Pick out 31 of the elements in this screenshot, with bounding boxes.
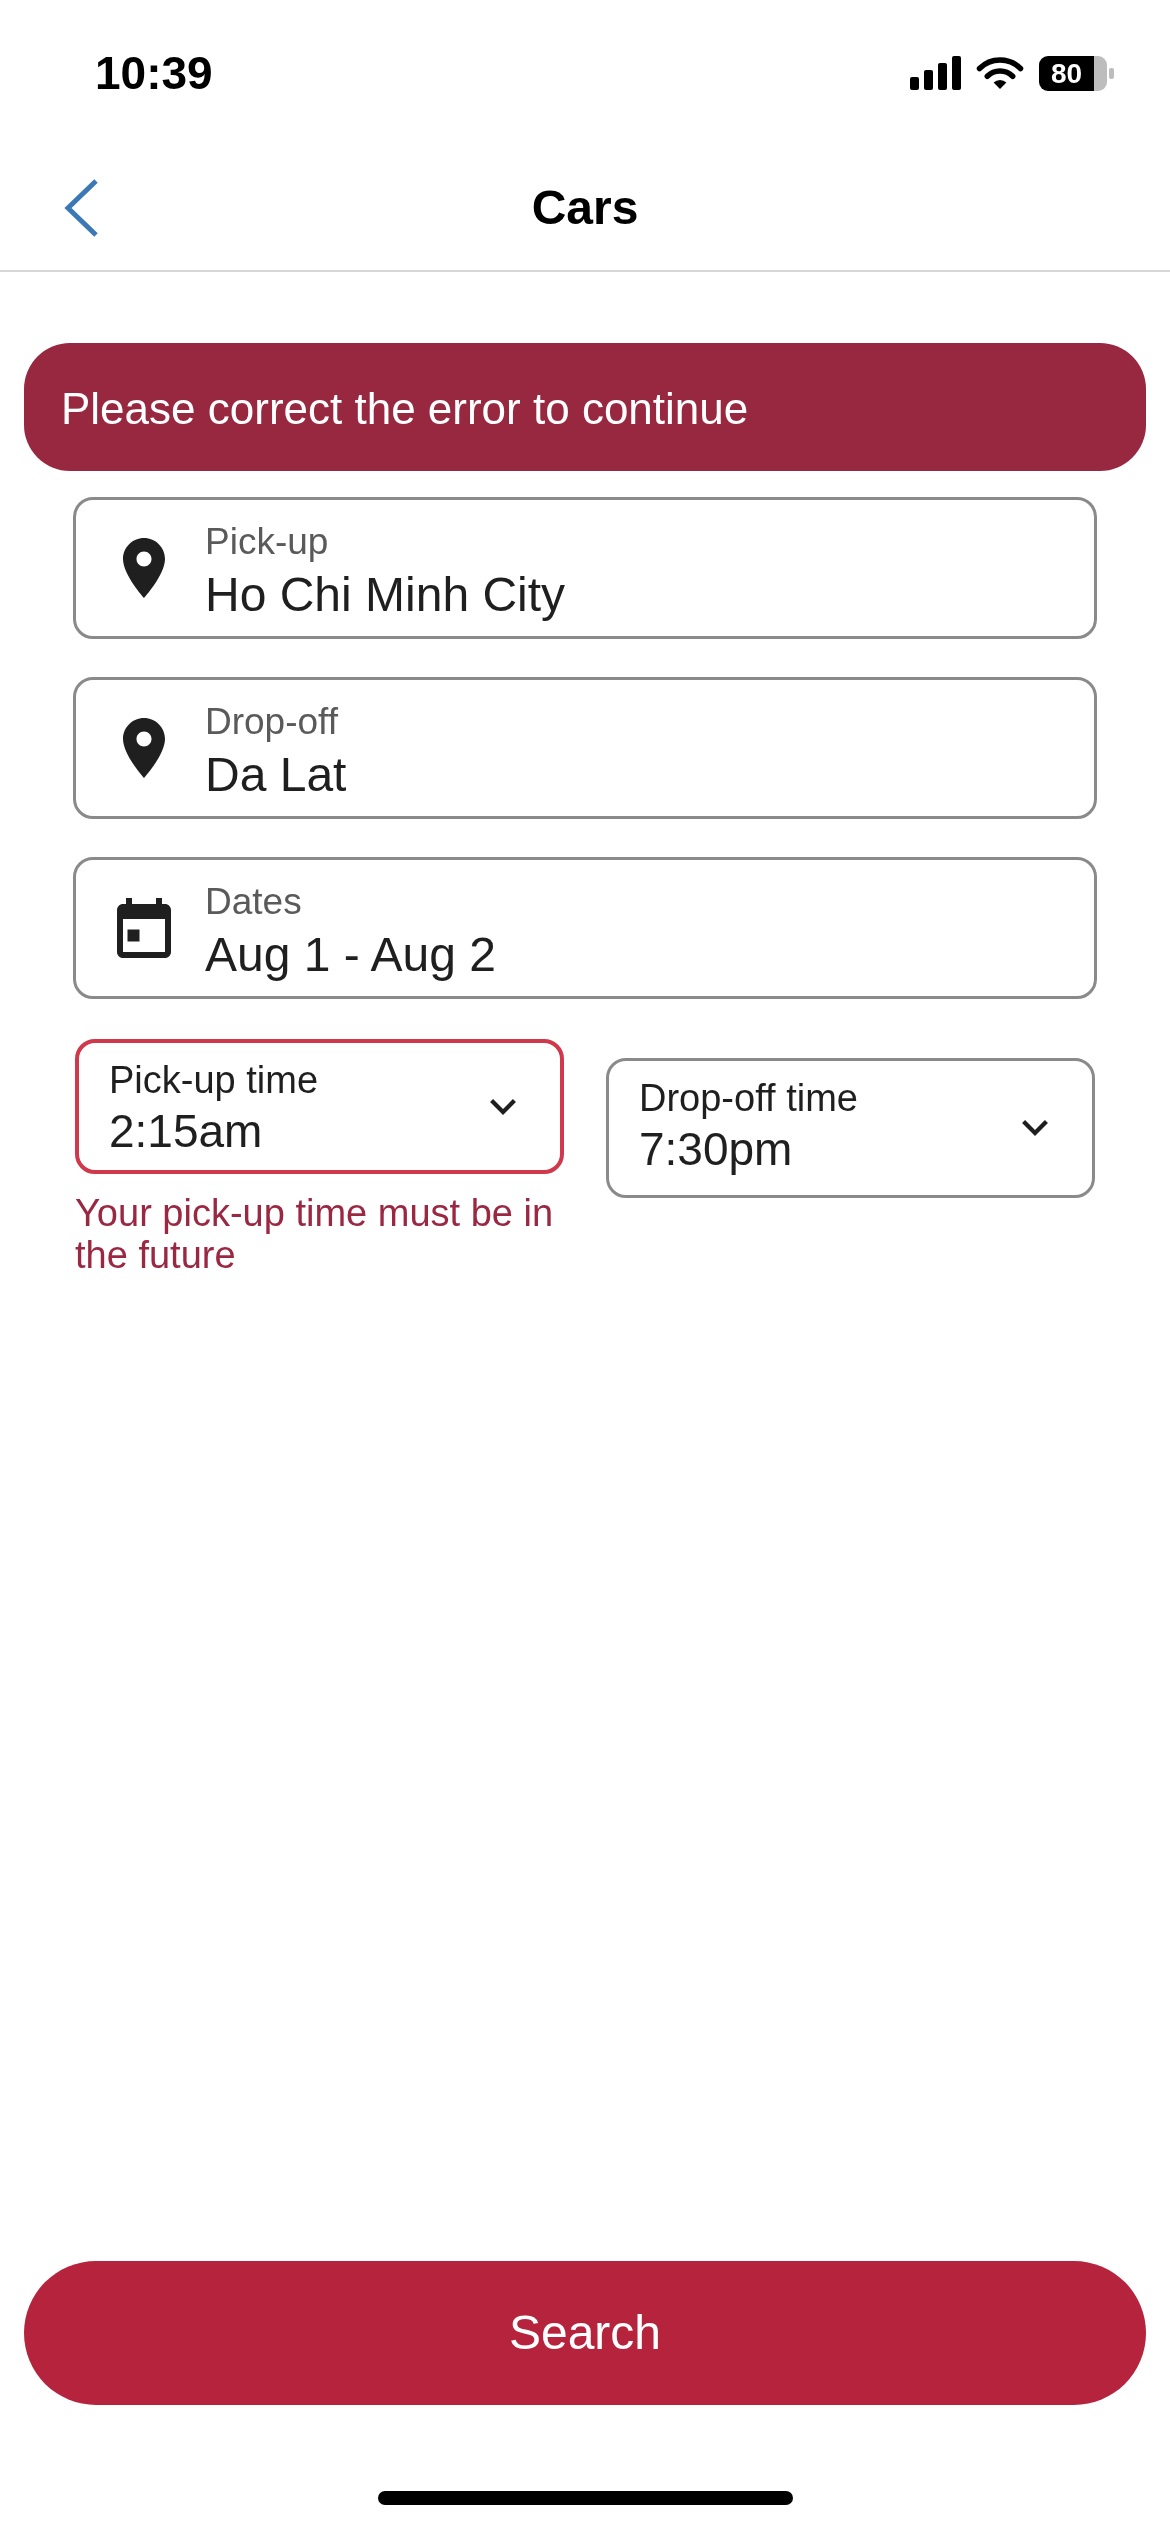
wifi-icon [976,55,1024,91]
field-value: Da Lat [205,747,347,803]
error-banner-text: Please correct the error to continue [61,384,749,434]
chevron-down-icon [490,1098,516,1115]
search-button[interactable]: Search [24,2261,1146,2405]
field-label: Pick-up time [109,1058,319,1102]
location-field[interactable]: Pick-up Ho Chi Minh City [73,497,1097,639]
field-value: 7:30pm [639,1122,793,1176]
field-label: Drop-off time [639,1076,858,1120]
date-range-field[interactable]: Dates Aug 1 - Aug 2 [73,857,1097,999]
time-dropdown[interactable]: Pick-up time 2:15am [75,1039,564,1174]
time-dropdown[interactable]: Drop-off time 7:30pm [606,1058,1095,1198]
battery-percentage: 80 [1039,55,1094,91]
field-value: 2:15am [109,1104,263,1158]
field-value: Aug 1 - Aug 2 [205,927,496,983]
status-time: 10:39 [95,47,213,99]
map-pin-icon [123,538,165,598]
signal-icon [910,56,961,90]
chevron-down-icon [1022,1120,1048,1136]
back-button[interactable] [63,178,99,238]
field-label: Drop-off [205,700,338,744]
field-label: Pick-up [205,520,329,564]
location-field[interactable]: Drop-off Da Lat [73,677,1097,819]
chevron-left-icon [63,178,99,238]
calendar-icon [117,898,171,958]
error-message: Your pick-up time must be in the future [75,1192,555,1276]
field-value: Ho Chi Minh City [205,567,566,623]
map-pin-icon [123,718,165,778]
battery-icon [1094,55,1114,91]
page-title: Cars [531,180,639,236]
field-label: Dates [205,880,302,924]
